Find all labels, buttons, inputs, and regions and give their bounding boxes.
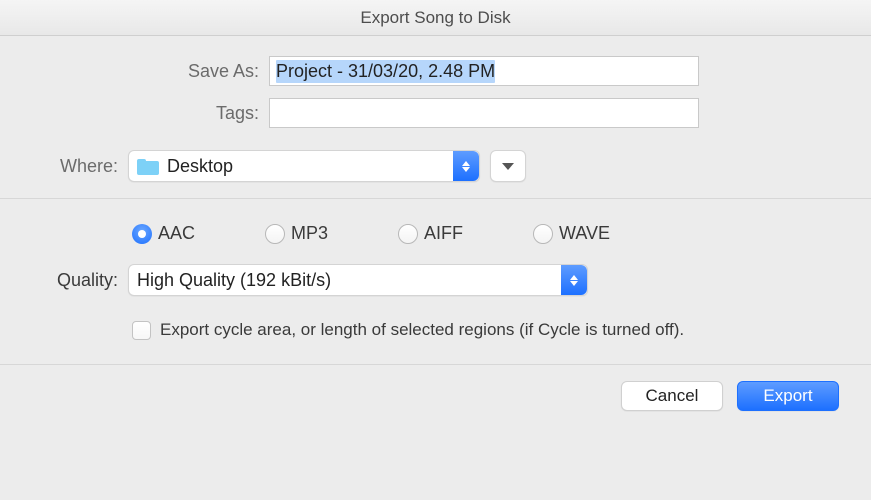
where-popup[interactable]: Desktop [128, 150, 480, 182]
save-as-label: Save As: [24, 61, 269, 82]
format-radio-label: AIFF [424, 223, 463, 244]
radio-icon [533, 224, 553, 244]
where-label: Where: [24, 156, 128, 177]
format-radio-wave[interactable]: WAVE [533, 223, 610, 244]
expand-save-panel-button[interactable] [490, 150, 526, 182]
export-button[interactable]: Export [737, 381, 839, 411]
cycle-checkbox[interactable] [132, 321, 151, 340]
quality-row: Quality: High Quality (192 kBit/s) [0, 254, 871, 310]
format-radio-group: AAC MP3 AIFF WAVE [132, 223, 692, 244]
quality-selected: High Quality (192 kBit/s) [137, 270, 331, 291]
format-radio-label: WAVE [559, 223, 610, 244]
quality-label: Quality: [24, 270, 128, 291]
save-section: Save As: Project - 31/03/20, 2.48 PM Tag… [0, 36, 871, 138]
popup-arrows-icon [453, 151, 479, 181]
tags-label: Tags: [24, 103, 269, 124]
where-selected: Desktop [167, 156, 233, 177]
chevron-down-icon [502, 163, 514, 170]
format-radio-label: MP3 [291, 223, 328, 244]
cancel-label: Cancel [646, 386, 699, 406]
cancel-button[interactable]: Cancel [621, 381, 723, 411]
format-radio-aiff[interactable]: AIFF [398, 223, 463, 244]
window-title: Export Song to Disk [360, 8, 510, 28]
format-radio-mp3[interactable]: MP3 [265, 223, 328, 244]
radio-icon [398, 224, 418, 244]
cycle-row: Export cycle area, or length of selected… [0, 310, 871, 364]
radio-icon [132, 224, 152, 244]
folder-icon [137, 157, 159, 175]
save-as-value: Project - 31/03/20, 2.48 PM [276, 60, 495, 83]
format-radio-label: AAC [158, 223, 195, 244]
export-label: Export [763, 386, 812, 406]
radio-icon [265, 224, 285, 244]
cycle-label: Export cycle area, or length of selected… [160, 320, 684, 340]
where-row: Where: Desktop [0, 138, 871, 198]
window-titlebar: Export Song to Disk [0, 0, 871, 36]
save-as-input[interactable]: Project - 31/03/20, 2.48 PM [269, 56, 699, 86]
format-radio-aac[interactable]: AAC [132, 223, 195, 244]
tags-input[interactable] [269, 98, 699, 128]
popup-arrows-icon [561, 265, 587, 295]
format-section: AAC MP3 AIFF WAVE [0, 199, 871, 254]
dialog-footer: Cancel Export [0, 365, 871, 411]
quality-popup[interactable]: High Quality (192 kBit/s) [128, 264, 588, 296]
